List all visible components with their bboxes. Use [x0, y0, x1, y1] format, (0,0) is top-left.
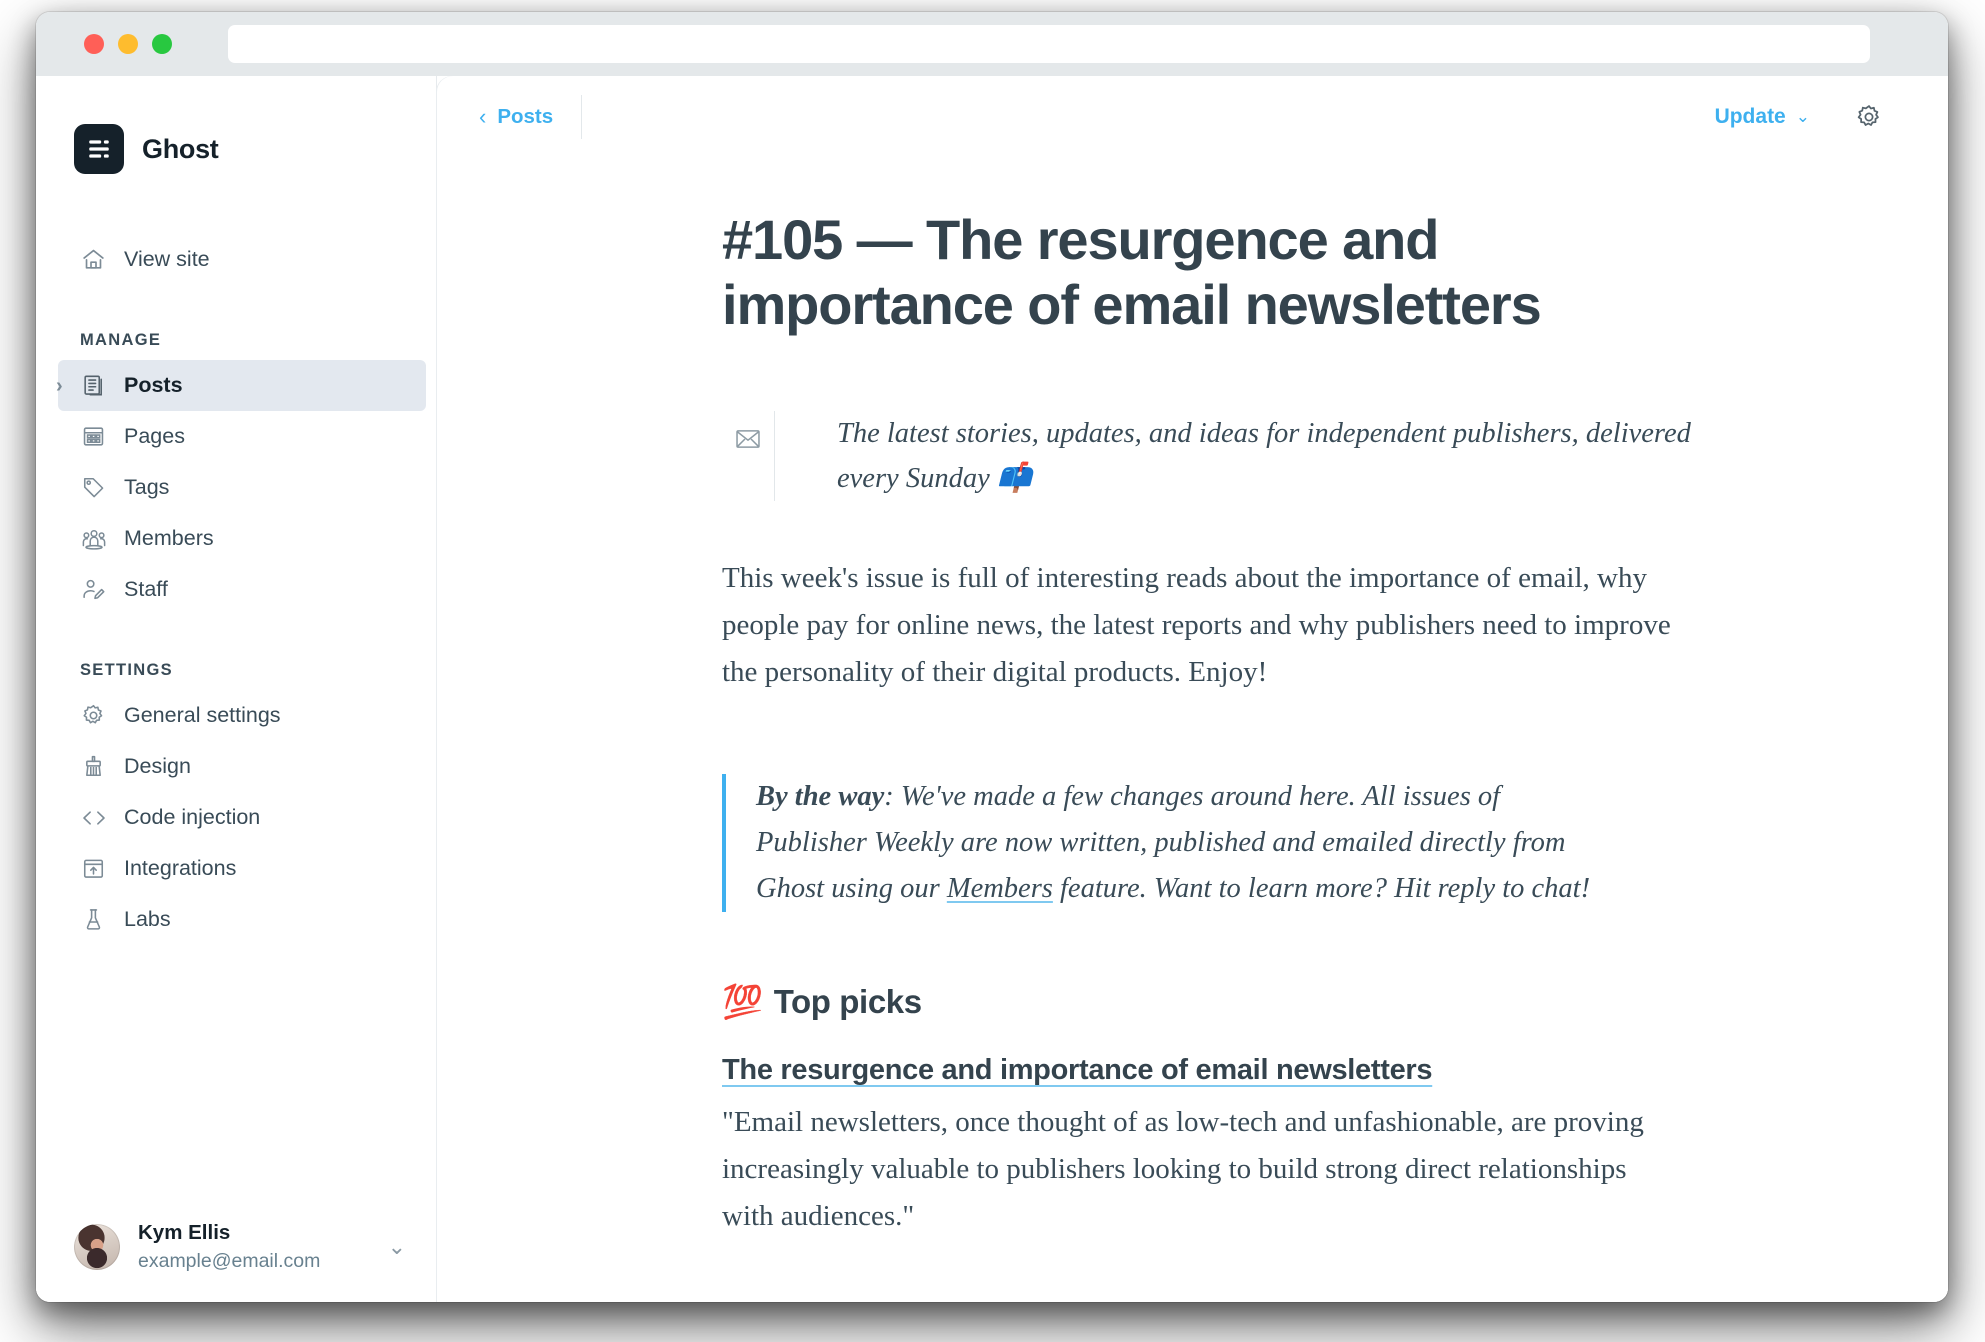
code-brackets-icon [80, 804, 107, 831]
update-button-label: Update [1715, 105, 1786, 129]
sidebar-item-label: Members [124, 526, 214, 551]
document-stack-icon [80, 372, 107, 399]
sidebar-nav: View site MANAGE › Posts [36, 208, 436, 945]
callout-text-after: feature. Want to learn more? Hit reply t… [1053, 873, 1590, 904]
user-name: Kym Ellis [138, 1220, 370, 1246]
brand-name: Ghost [142, 134, 219, 165]
post-editor: #105 — The resurgence and importance of … [722, 158, 1722, 1240]
sidebar-item-label: Posts [124, 373, 183, 398]
post-settings-button[interactable] [1852, 100, 1886, 134]
minimize-window-button[interactable] [118, 34, 138, 54]
window-controls [84, 34, 172, 54]
update-button[interactable]: Update ⌄ [1715, 105, 1810, 129]
back-link-label: Posts [497, 105, 553, 129]
members-group-icon [80, 525, 107, 552]
members-link[interactable]: Members [947, 873, 1053, 904]
gear-icon [80, 702, 107, 729]
hundred-points-emoji: 💯 [722, 982, 763, 1022]
sidebar-item-label: General settings [124, 703, 281, 728]
ghost-logo-icon [74, 124, 124, 174]
sidebar-item-labs[interactable]: Labs [58, 894, 426, 945]
pages-grid-icon [80, 423, 107, 450]
sidebar-item-pages[interactable]: Pages [58, 411, 426, 462]
maximize-window-button[interactable] [152, 34, 172, 54]
editor-topbar: ‹ Posts Update ⌄ [437, 76, 1948, 158]
section-heading-top-picks[interactable]: 💯 Top picks [722, 982, 1722, 1022]
post-callout-blockquote[interactable]: By the way: We've made a few changes aro… [722, 774, 1602, 912]
browser-window: Ghost View site MANAGE [36, 12, 1948, 1302]
sidebar-item-view-site[interactable]: View site [58, 234, 426, 285]
sidebar-item-label: Design [124, 754, 191, 779]
sidebar-item-label: Tags [124, 475, 169, 500]
sidebar-item-staff[interactable]: Staff [58, 564, 426, 615]
app-body: Ghost View site MANAGE [36, 76, 1948, 1302]
brand[interactable]: Ghost [36, 76, 436, 174]
post-excerpt-text[interactable]: The latest stories, updates, and ideas f… [774, 411, 1714, 501]
sidebar-item-label: Staff [124, 577, 168, 602]
user-email: example@email.com [138, 1249, 370, 1274]
section-heading-label: Top picks [774, 983, 922, 1021]
top-pick-quote[interactable]: "Email newsletters, once thought of as l… [722, 1099, 1682, 1240]
user-edit-icon [80, 576, 107, 603]
sidebar-item-label: Labs [124, 907, 171, 932]
callout-lead: By the way [756, 781, 884, 812]
address-bar[interactable] [228, 25, 1870, 63]
sidebar-item-posts[interactable]: › Posts [58, 360, 426, 411]
post-body-paragraph[interactable]: This week's issue is full of interesting… [722, 555, 1672, 696]
sidebar-spacer [36, 945, 436, 1192]
post-title[interactable]: #105 — The resurgence and importance of … [722, 208, 1602, 338]
sidebar-item-code-injection[interactable]: Code injection [58, 792, 426, 843]
sidebar-item-members[interactable]: Members [58, 513, 426, 564]
chevron-down-icon: ⌄ [388, 1234, 406, 1260]
back-to-posts-link[interactable]: ‹ Posts [479, 95, 582, 139]
sidebar-item-integrations[interactable]: Integrations [58, 843, 426, 894]
sidebar-group-settings-label: SETTINGS [36, 661, 436, 680]
sidebar-item-general-settings[interactable]: General settings [58, 690, 426, 741]
chevron-right-icon: › [56, 376, 63, 396]
post-excerpt: The latest stories, updates, and ideas f… [722, 411, 1722, 501]
avatar [74, 1224, 120, 1270]
chevron-down-icon: ⌄ [1796, 107, 1810, 127]
sidebar-item-design[interactable]: Design [58, 741, 426, 792]
sidebar-item-label: Integrations [124, 856, 236, 881]
home-icon [80, 246, 107, 273]
sidebar-item-label: View site [124, 247, 210, 272]
chevron-left-icon: ‹ [479, 106, 486, 128]
tag-icon [80, 474, 107, 501]
content-panel: ‹ Posts Update ⌄ [437, 76, 1948, 1302]
sidebar-group-manage-label: MANAGE [36, 331, 436, 350]
user-menu[interactable]: Kym Ellis example@email.com ⌄ [36, 1192, 436, 1302]
paintbrush-icon [80, 753, 107, 780]
sidebar: Ghost View site MANAGE [36, 76, 437, 1302]
box-upload-icon [80, 855, 107, 882]
close-window-button[interactable] [84, 34, 104, 54]
sidebar-item-label: Pages [124, 424, 185, 449]
top-pick-link[interactable]: The resurgence and importance of email n… [722, 1054, 1432, 1087]
sidebar-item-tags[interactable]: Tags [58, 462, 426, 513]
sidebar-item-label: Code injection [124, 805, 260, 830]
screen: Ghost View site MANAGE [0, 0, 1985, 1342]
user-meta: Kym Ellis example@email.com [138, 1220, 370, 1273]
window-titlebar [36, 12, 1948, 76]
flask-icon [80, 906, 107, 933]
envelope-icon [722, 411, 774, 453]
